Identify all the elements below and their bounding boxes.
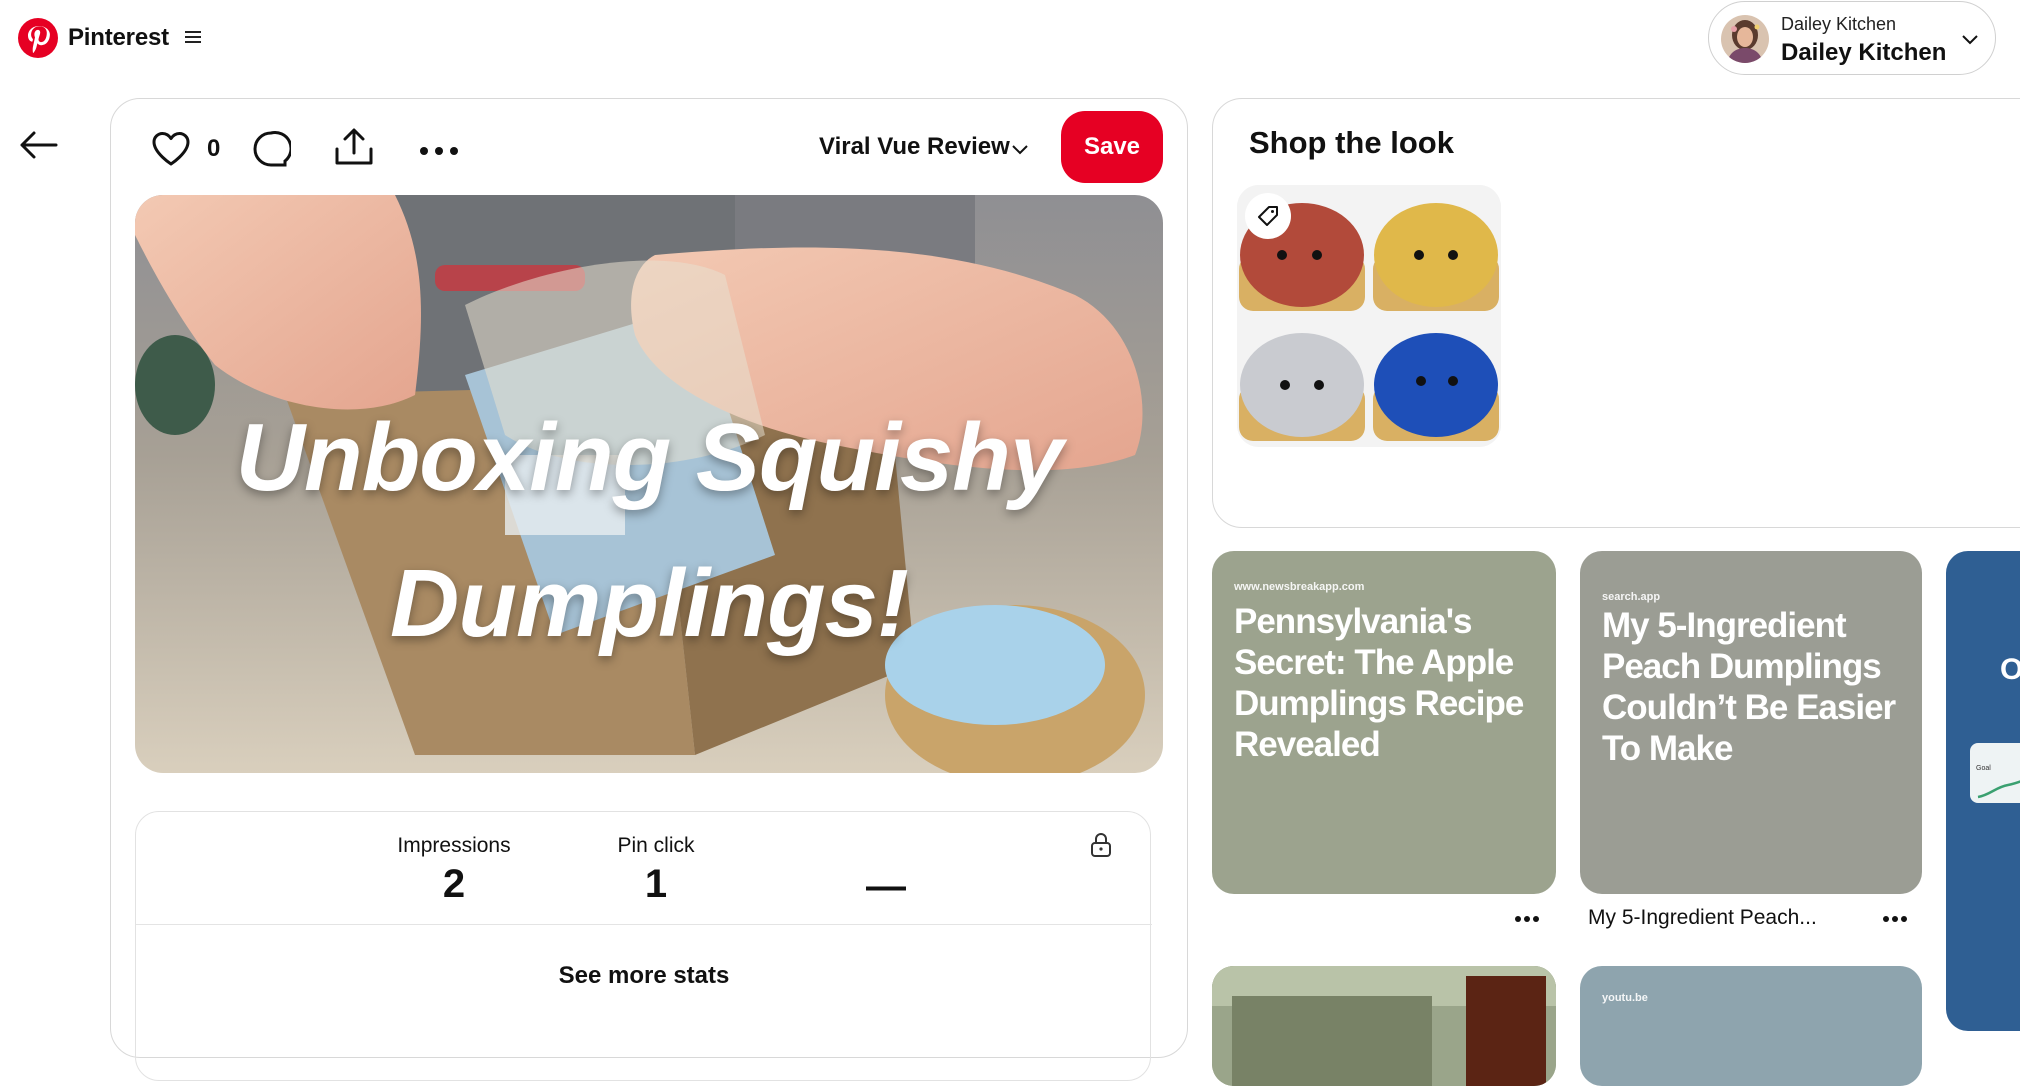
impressions-label: Impressions xyxy=(397,834,511,857)
account-label-big: Dailey Kitchen xyxy=(1781,39,1947,66)
related-pin-domain: www.newsbreakapp.com xyxy=(1234,581,1365,593)
related-pin[interactable]: youtu.be xyxy=(1580,966,1922,1086)
account-label-small: Dailey Kitchen xyxy=(1781,14,1897,34)
more-options-icon[interactable] xyxy=(1514,910,1540,922)
related-pin-title: O xyxy=(2000,653,2020,686)
video-title-overlay: Unboxing Squishy Dumplings! xyxy=(235,404,1064,657)
more-options-icon[interactable] xyxy=(1882,910,1908,922)
chart-label: Goal xyxy=(1976,765,1991,772)
related-pin[interactable] xyxy=(1212,966,1556,1086)
pin-click-value: 1 xyxy=(644,862,668,906)
shop-the-look-panel: Shop the look xyxy=(1212,98,2020,528)
pin-card: 0 Viral Vue Review Save Unboxing Squishy… xyxy=(110,98,1188,1081)
account-switcher[interactable]: Dailey Kitchen Dailey Kitchen xyxy=(1708,1,1996,75)
related-pin[interactable]: O Goal xyxy=(1946,551,2020,1031)
related-pin-caption[interactable]: My 5-Ingredient Peach... xyxy=(1588,906,1817,930)
related-pin-title: My 5-Ingredient Peach Dumplings Couldn’t… xyxy=(1602,606,1896,768)
heart-icon[interactable] xyxy=(151,131,191,167)
board-selector[interactable]: Viral Vue Review xyxy=(819,133,1010,161)
back-arrow-icon[interactable] xyxy=(18,130,58,160)
related-pin-domain: search.app xyxy=(1602,591,1661,603)
related-pin-domain: youtu.be xyxy=(1602,992,1648,1004)
tag-icon[interactable] xyxy=(1245,193,1291,239)
pin-click-label: Pin click xyxy=(617,834,695,857)
hamburger-menu-icon[interactable] xyxy=(184,29,202,45)
product-thumbnail[interactable] xyxy=(1237,185,1501,447)
like-count: 0 xyxy=(207,135,221,162)
comment-icon[interactable] xyxy=(251,129,293,169)
related-pin[interactable]: search.app My 5-Ingredient Peach Dumplin… xyxy=(1580,551,1922,894)
related-pin[interactable]: www.newsbreakapp.com Pennsylvania's Secr… xyxy=(1212,551,1556,894)
avatar xyxy=(1721,15,1769,63)
pin-video[interactable]: Unboxing Squishy Dumplings! xyxy=(135,195,1163,773)
see-more-stats-link[interactable]: See more stats xyxy=(136,962,1152,990)
locked-stat-value: — xyxy=(866,864,906,908)
divider xyxy=(136,924,1152,925)
more-options-icon[interactable] xyxy=(419,143,459,155)
shop-title: Shop the look xyxy=(1249,125,1454,160)
pinterest-logo-icon[interactable] xyxy=(18,18,58,58)
chevron-down-icon[interactable] xyxy=(1961,33,1979,45)
save-button[interactable]: Save xyxy=(1061,111,1163,183)
chevron-down-icon[interactable] xyxy=(1011,143,1029,155)
chart-thumbnail: Goal xyxy=(1970,743,2020,803)
brand-name[interactable]: Pinterest xyxy=(68,24,169,52)
pin-stats-panel: Impressions 2 Pin click 1 — See more sta… xyxy=(135,811,1152,1081)
share-icon[interactable] xyxy=(333,127,375,167)
related-pin-title: Pennsylvania's Secret: The Apple Dumplin… xyxy=(1234,602,1524,764)
lock-icon[interactable] xyxy=(1090,832,1112,858)
impressions-value: 2 xyxy=(442,862,466,906)
